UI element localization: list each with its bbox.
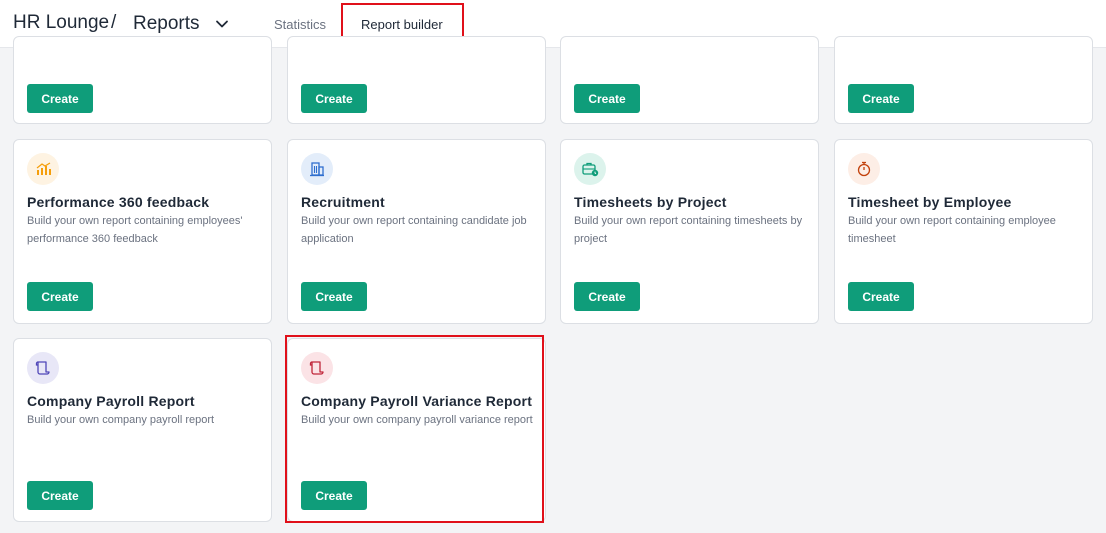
tab-statistics[interactable]: Statistics bbox=[274, 17, 326, 32]
card-title: Company Payroll Variance Report bbox=[301, 393, 533, 409]
create-button[interactable]: Create bbox=[574, 282, 640, 311]
section-title[interactable]: Reports bbox=[133, 13, 200, 35]
create-button[interactable]: Create bbox=[27, 282, 93, 311]
tab-report-builder[interactable]: Report builder bbox=[361, 17, 443, 32]
card-description: Build your own company payroll report bbox=[27, 414, 215, 426]
create-button[interactable]: Create bbox=[301, 282, 367, 311]
brand-title[interactable]: HR Lounge bbox=[13, 12, 109, 34]
create-button[interactable]: Create bbox=[848, 84, 914, 113]
card-description: Build your own report containing employe… bbox=[848, 215, 1056, 245]
card-description: Build your own report containing candida… bbox=[301, 215, 527, 245]
report-card-top-4: Create bbox=[834, 36, 1093, 124]
report-card-top-2: Create bbox=[287, 36, 546, 124]
chevron-down-icon[interactable] bbox=[214, 16, 230, 32]
report-card-timesheet-by-employee: Timesheet by Employee Build your own rep… bbox=[834, 139, 1093, 324]
scroll-icon bbox=[301, 352, 333, 384]
create-button[interactable]: Create bbox=[848, 282, 914, 311]
create-button[interactable]: Create bbox=[27, 84, 93, 113]
card-title: Company Payroll Report bbox=[27, 393, 195, 409]
card-title: Timesheets by Project bbox=[574, 194, 727, 210]
card-description: Build your own company payroll variance … bbox=[301, 414, 533, 426]
card-title: Performance 360 feedback bbox=[27, 194, 210, 210]
report-card-top-1: Create bbox=[13, 36, 272, 124]
building-icon bbox=[301, 153, 333, 185]
card-title: Timesheet by Employee bbox=[848, 194, 1012, 210]
bar-chart-icon bbox=[27, 153, 59, 185]
briefcase-clock-icon bbox=[574, 153, 606, 185]
stopwatch-icon bbox=[848, 153, 880, 185]
card-description: Build your own report containing timeshe… bbox=[574, 215, 803, 245]
card-description: Build your own report containing employe… bbox=[27, 215, 243, 245]
create-button[interactable]: Create bbox=[27, 481, 93, 510]
report-card-company-payroll: Company Payroll Report Build your own co… bbox=[13, 338, 272, 522]
report-card-top-3: Create bbox=[560, 36, 819, 124]
card-title: Recruitment bbox=[301, 194, 385, 210]
scroll-icon bbox=[27, 352, 59, 384]
create-button[interactable]: Create bbox=[301, 84, 367, 113]
report-card-company-payroll-variance: Company Payroll Variance Report Build yo… bbox=[287, 338, 546, 522]
report-card-performance-360: Performance 360 feedback Build your own … bbox=[13, 139, 272, 324]
report-card-recruitment: Recruitment Build your own report contai… bbox=[287, 139, 546, 324]
breadcrumb-separator: / bbox=[111, 12, 117, 33]
create-button[interactable]: Create bbox=[301, 481, 367, 510]
create-button[interactable]: Create bbox=[574, 84, 640, 113]
report-card-timesheets-by-project: Timesheets by Project Build your own rep… bbox=[560, 139, 819, 324]
